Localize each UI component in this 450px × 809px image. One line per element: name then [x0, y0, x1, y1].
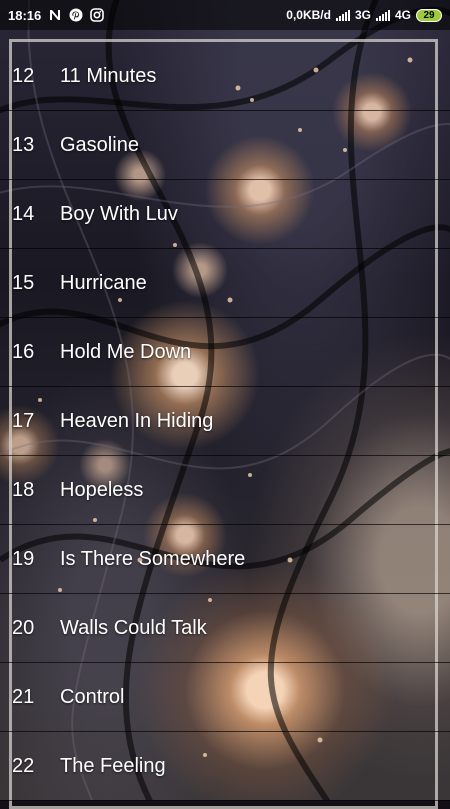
- pinterest-icon: [69, 8, 83, 22]
- signal-icon: [375, 9, 390, 21]
- track-item[interactable]: 15 Hurricane: [0, 249, 450, 318]
- instagram-icon: [90, 8, 105, 22]
- battery-icon: 29: [416, 8, 442, 22]
- track-item[interactable]: 16 Hold Me Down: [0, 318, 450, 387]
- track-item[interactable]: 18 Hopeless: [0, 456, 450, 525]
- n-app-icon: [48, 8, 62, 22]
- track-item[interactable]: 21 Control: [0, 663, 450, 732]
- track-item[interactable]: 17 Heaven In Hiding: [0, 387, 450, 456]
- network-type-1: 3G: [354, 8, 371, 22]
- track-number: 19: [12, 547, 35, 570]
- track-number: 14: [12, 202, 35, 225]
- track-number: 21: [12, 685, 35, 708]
- track-list: 12 11 Minutes 13 Gasoline 14 Boy With Luv 15 Hu…: [0, 42, 450, 801]
- track-item[interactable]: 12 11 Minutes: [0, 42, 450, 111]
- track-title: Gasoline: [60, 133, 139, 156]
- track-number: 18: [12, 478, 35, 501]
- network-speed: 0,0KB/d: [286, 8, 331, 22]
- track-title: Hurricane: [60, 271, 147, 294]
- track-title: Walls Could Talk: [60, 616, 207, 639]
- track-title: The Feeling: [60, 754, 166, 777]
- track-number: 16: [12, 340, 35, 363]
- network-type-2: 4G: [394, 8, 411, 22]
- track-title: Hold Me Down: [60, 340, 192, 363]
- track-number: 22: [12, 754, 35, 777]
- track-number: 15: [12, 271, 35, 294]
- track-title: Hopeless: [60, 478, 144, 501]
- track-number: 12: [12, 64, 35, 87]
- track-item[interactable]: 13 Gasoline: [0, 111, 450, 180]
- track-title: Boy With Luv: [60, 202, 178, 225]
- track-title: Is There Somewhere: [60, 547, 246, 570]
- track-number: 17: [12, 409, 35, 432]
- track-item[interactable]: 22 The Feeling: [0, 732, 450, 801]
- track-number: 20: [12, 616, 35, 639]
- battery-level: 29: [423, 9, 435, 21]
- status-time: 18:16: [8, 7, 42, 23]
- track-title: 11 Minutes: [60, 64, 157, 87]
- track-item[interactable]: 20 Walls Could Talk: [0, 594, 450, 663]
- signal-icon: [335, 9, 350, 21]
- track-item[interactable]: 14 Boy With Luv: [0, 180, 450, 249]
- status-bar: 18:16 0,0KB/d 3G 4G 29: [0, 0, 450, 30]
- track-number: 13: [12, 133, 35, 156]
- track-item[interactable]: 19 Is There Somewhere: [0, 525, 450, 594]
- track-title: Heaven In Hiding: [60, 409, 214, 432]
- track-title: Control: [60, 685, 125, 708]
